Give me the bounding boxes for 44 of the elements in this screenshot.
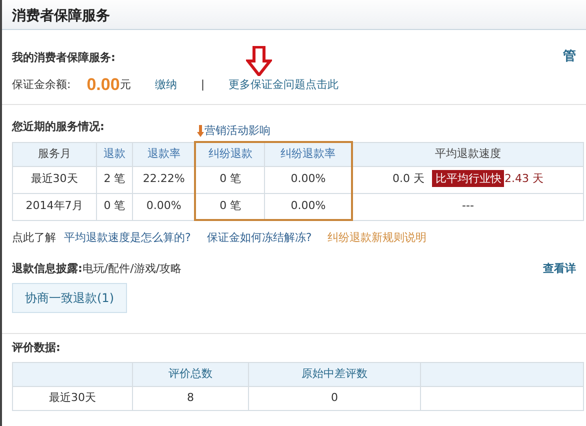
table-cell: 0.00% [264,193,352,220]
table-cell: 0 [248,386,420,410]
side-link[interactable]: 管 [563,46,576,66]
table-cell: 0 笔 [96,193,133,220]
arrow-down-icon [246,46,272,76]
table-cell: 8 [132,386,248,410]
table-cell: 最近30天 [12,166,96,193]
column-header: 原始中差评数 [248,362,420,386]
column-header: 服务月 [12,142,96,166]
arrow-down-icon [197,124,204,137]
column-header[interactable]: 纠纷退款率 [264,142,352,166]
column-header[interactable]: 退款率 [132,142,196,166]
column-header[interactable]: 纠纷退款 [195,142,265,166]
annotation-label: 营销活动影响 [204,122,270,138]
balance-label: 保证金余额: [12,76,71,93]
table-cell: 2014年7月 [12,193,96,220]
currency-unit: 元 [120,76,131,93]
column-header: 平均退款速度 [352,142,584,166]
tab[interactable]: 协商一致退款(1) [12,283,127,313]
separator: | [200,76,205,93]
speed-value: 0.0 天 [392,172,424,186]
speed-difference: 2.43 天 [504,172,544,186]
page-title: 消费者保障服务 [2,0,586,30]
table-cell: 0 笔 [195,193,265,220]
column-header[interactable]: 退款 [96,142,133,166]
pay-link[interactable]: 缴纳 [154,76,177,94]
comparison-badge: 比平均行业快 [432,170,504,188]
help-label: 点此了解 [12,230,56,246]
more-info-link[interactable]: 更多保证金问题点击此 [228,76,339,94]
help-link[interactable]: 平均退款速度是怎么算的? [64,230,191,246]
table-cell: 0.00% [264,166,352,193]
table-cell: 最近30天 [12,386,132,410]
table-cell: 2 笔 [96,166,133,193]
column-header: 评价总数 [132,362,248,386]
section-heading: 您近期的服务情况: [12,118,104,134]
info-label: 退款信息披露: [12,262,82,275]
speed-value: --- [462,199,474,212]
section-heading: 评价数据: [12,340,60,356]
section-heading: 我的消费者保障服务: [12,50,116,66]
details-link[interactable]: 查看详 [543,260,576,278]
balance-amount: 0.00 [86,74,120,96]
help-link[interactable]: 保证金如何冻结解冻? [206,230,312,246]
category-text: 电玩/配件/游戏/攻略 [82,262,182,275]
table-cell: 0 笔 [195,166,265,193]
